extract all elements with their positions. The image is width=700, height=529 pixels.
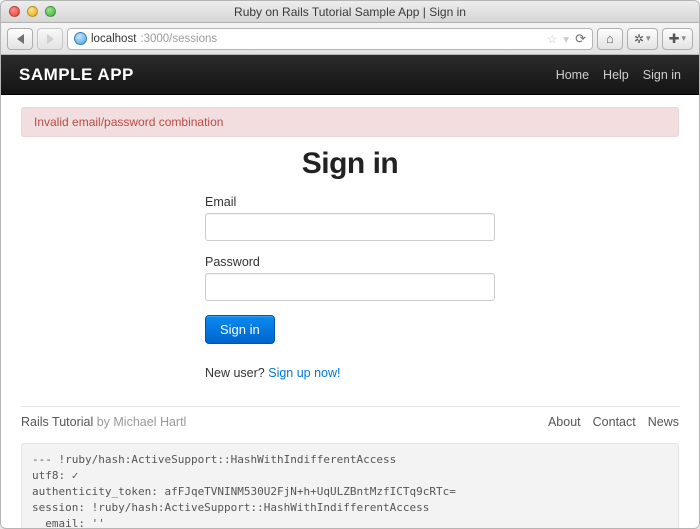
container: Invalid email/password combination Sign … [1, 95, 699, 380]
footer-links: About Contact News [548, 415, 679, 429]
signin-button[interactable]: Sign in [205, 315, 275, 344]
url-path: :3000/sessions [140, 33, 217, 45]
brand-logo[interactable]: SAMPLE APP [19, 65, 134, 85]
chevron-down-icon: ▾ [681, 33, 686, 44]
arrow-right-icon [47, 34, 54, 44]
navbar-links: Home Help Sign in [556, 68, 681, 82]
footer-author: by Michael Hartl [93, 415, 186, 429]
browser-toolbar: localhost:3000/sessions ☆ ▾ ⟳ ⌂ ✲▾ ✚▾ [1, 23, 699, 55]
gear-icon: ✲ [634, 32, 644, 46]
footer-link-about[interactable]: About [548, 415, 581, 429]
home-button[interactable]: ⌂ [597, 28, 623, 50]
reload-button[interactable]: ⟳ [575, 31, 586, 47]
toolbar-right: ⌂ ✲▾ ✚▾ [597, 28, 693, 50]
page: SAMPLE APP Home Help Sign in Invalid ema… [1, 55, 699, 528]
signup-link[interactable]: Sign up now! [268, 366, 340, 380]
nav-link-help[interactable]: Help [603, 68, 629, 82]
globe-icon [74, 32, 87, 45]
footer-link-contact[interactable]: Contact [593, 415, 636, 429]
titlebar: Ruby on Rails Tutorial Sample App | Sign… [1, 1, 699, 23]
address-bar[interactable]: localhost :3000/sessions ☆ ▾ ⟳ [67, 28, 593, 50]
plus-icon: ✚ [669, 31, 680, 47]
flash-error: Invalid email/password combination [21, 107, 679, 137]
debug-dump: --- !ruby/hash:ActiveSupport::HashWithIn… [21, 443, 679, 528]
url-host: localhost [91, 33, 136, 45]
footer-link-news[interactable]: News [648, 415, 679, 429]
nav-link-home[interactable]: Home [556, 68, 589, 82]
navbar: SAMPLE APP Home Help Sign in [1, 55, 699, 95]
dropdown-caret-icon[interactable]: ▾ [563, 32, 569, 46]
arrow-left-icon [17, 34, 24, 44]
footer-credit: Rails Tutorial by Michael Hartl [21, 415, 186, 429]
window-title: Ruby on Rails Tutorial Sample App | Sign… [1, 5, 699, 19]
chevron-down-icon: ▾ [646, 33, 651, 44]
email-label: Email [205, 195, 495, 209]
signup-prompt: New user? Sign up now! [205, 366, 495, 380]
page-heading: Sign in [21, 147, 679, 181]
add-button[interactable]: ✚▾ [662, 28, 693, 50]
forward-button[interactable] [37, 28, 63, 50]
nav-link-signin[interactable]: Sign in [643, 68, 681, 82]
signin-form: Email Password Sign in New user? Sign up… [205, 195, 495, 380]
password-label: Password [205, 255, 495, 269]
home-icon: ⌂ [606, 31, 614, 46]
password-field[interactable] [205, 273, 495, 301]
back-button[interactable] [7, 28, 33, 50]
settings-button[interactable]: ✲▾ [627, 28, 658, 50]
new-user-text: New user? [205, 366, 268, 380]
bookmark-star-icon[interactable]: ☆ [547, 32, 557, 46]
footer-brand[interactable]: Rails Tutorial [21, 415, 93, 429]
footer: Rails Tutorial by Michael Hartl About Co… [21, 406, 679, 429]
email-field[interactable] [205, 213, 495, 241]
browser-window: Ruby on Rails Tutorial Sample App | Sign… [0, 0, 700, 529]
viewport: SAMPLE APP Home Help Sign in Invalid ema… [1, 55, 699, 528]
